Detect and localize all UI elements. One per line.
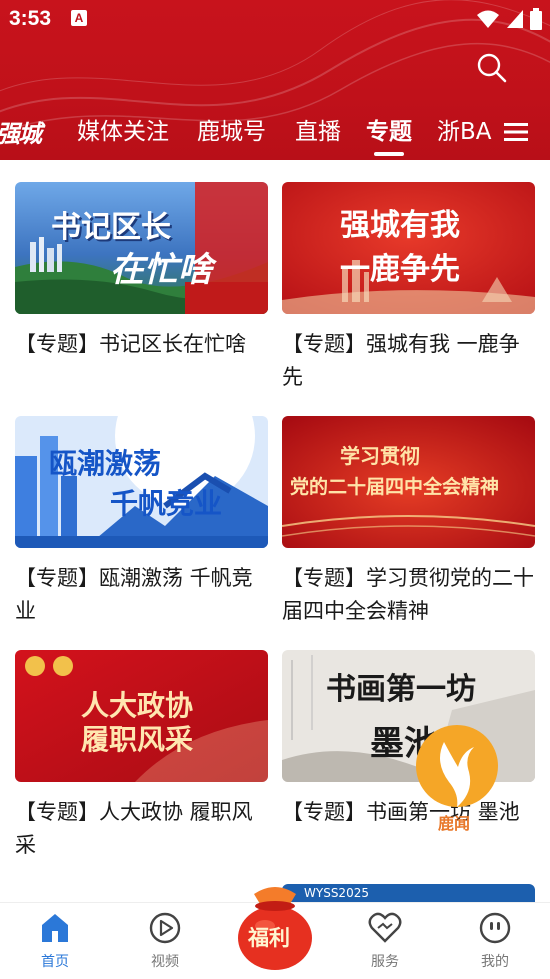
topic-thumbnail: 瓯潮激荡 千帆竞业 <box>15 416 268 548</box>
channel-tabs: 媒体关注 鹿城号 直播 专题 浙BA <box>0 112 550 160</box>
battery-icon <box>530 8 542 30</box>
thumbnail-subtitle: 千帆竞业 <box>110 487 223 520</box>
topic-title: 【专题】强城有我 一鹿争先 <box>282 332 520 389</box>
thumbnail-title: 强城有我 <box>340 208 460 243</box>
system-icons <box>476 8 542 30</box>
nav-profile[interactable]: 我的 <box>460 911 530 971</box>
tab-topics[interactable]: 专题 <box>366 112 412 152</box>
home-icon <box>42 914 68 942</box>
search-icon[interactable] <box>474 50 510 86</box>
topic-title: 【专题】书记区长在忙啥 <box>15 332 246 356</box>
nav-welfare[interactable]: 福利 <box>232 882 318 972</box>
signal-icon <box>507 10 523 28</box>
topic-thumbnail: 强城有我 一鹿争先 <box>282 182 535 314</box>
thumbnail-subtitle: 履职风采 <box>81 723 194 756</box>
thumbnail-title: 瓯潮激荡 <box>49 447 162 480</box>
thumbnail-title: 书画第一坊 <box>326 672 476 707</box>
topic-thumbnail: 书记区长 在忙啥 <box>15 182 268 314</box>
tab-lucheng-hao[interactable]: 鹿城号 <box>197 112 266 152</box>
topic-title: 【专题】人大政协 履职风采 <box>15 800 253 857</box>
thumbnail-title: 书记区长 <box>51 210 171 245</box>
topic-card[interactable]: 人大政协 履职风采 【专题】人大政协 履职风采 <box>15 650 268 862</box>
nav-label: 福利 <box>248 925 290 950</box>
float-badge-label: 鹿闻 <box>438 814 471 833</box>
profile-icon <box>479 912 511 944</box>
active-tab-indicator <box>374 152 404 156</box>
thumbnail-subtitle: 党的二十届四中全会精神 <box>290 476 500 498</box>
menu-icon[interactable] <box>504 122 528 142</box>
thumbnail-subtitle: 在忙啥 <box>110 250 212 290</box>
tab-zheba[interactable]: 浙BA <box>437 112 492 152</box>
nav-video[interactable]: 视频 <box>130 911 200 971</box>
service-icon <box>368 912 402 943</box>
wifi-icon <box>477 10 499 28</box>
topic-thumbnail: WYSS2025 <box>282 884 535 902</box>
topic-card[interactable]: WYSS2025 <box>282 884 535 902</box>
status-bar: 3:53 A <box>0 0 550 40</box>
topic-card[interactable]: 书记区长 在忙啥 【专题】书记区长在忙啥 <box>15 182 268 361</box>
thumbnail-title: 学习贯彻 <box>340 444 420 468</box>
topic-card[interactable]: 学习贯彻 党的二十届四中全会精神 【专题】学习贯彻党的二十届四中全会精神 <box>282 416 535 628</box>
nav-label: 首页 <box>41 954 69 970</box>
topic-title: 【专题】瓯潮激荡 千帆竞业 <box>15 566 253 623</box>
topic-thumbnail: 人大政协 履职风采 <box>15 650 268 782</box>
topic-card[interactable]: 强城有我 一鹿争先 【专题】强城有我 一鹿争先 <box>282 182 535 394</box>
topic-title: 【专题】学习贯彻党的二十届四中全会精神 <box>282 566 534 623</box>
luwen-float-badge[interactable]: 鹿闻 <box>414 722 504 834</box>
tab-media-focus[interactable]: 媒体关注 <box>77 112 169 152</box>
video-icon <box>149 912 181 944</box>
nav-service[interactable]: 服务 <box>350 911 420 971</box>
nav-label: 服务 <box>371 954 399 970</box>
nav-label: 视频 <box>151 954 179 970</box>
status-time: 3:53 <box>9 7 52 30</box>
topic-card[interactable]: 瓯潮激荡 千帆竞业 【专题】瓯潮激荡 千帆竞业 <box>15 416 268 628</box>
tab-live[interactable]: 直播 <box>295 112 341 152</box>
nav-label: 我的 <box>481 954 509 970</box>
notification-icon: A <box>71 10 87 26</box>
topic-thumbnail: 学习贯彻 党的二十届四中全会精神 <box>282 416 535 548</box>
nav-home[interactable]: 首页 <box>20 911 90 971</box>
thumbnail-subtitle: 一鹿争先 <box>340 252 460 287</box>
